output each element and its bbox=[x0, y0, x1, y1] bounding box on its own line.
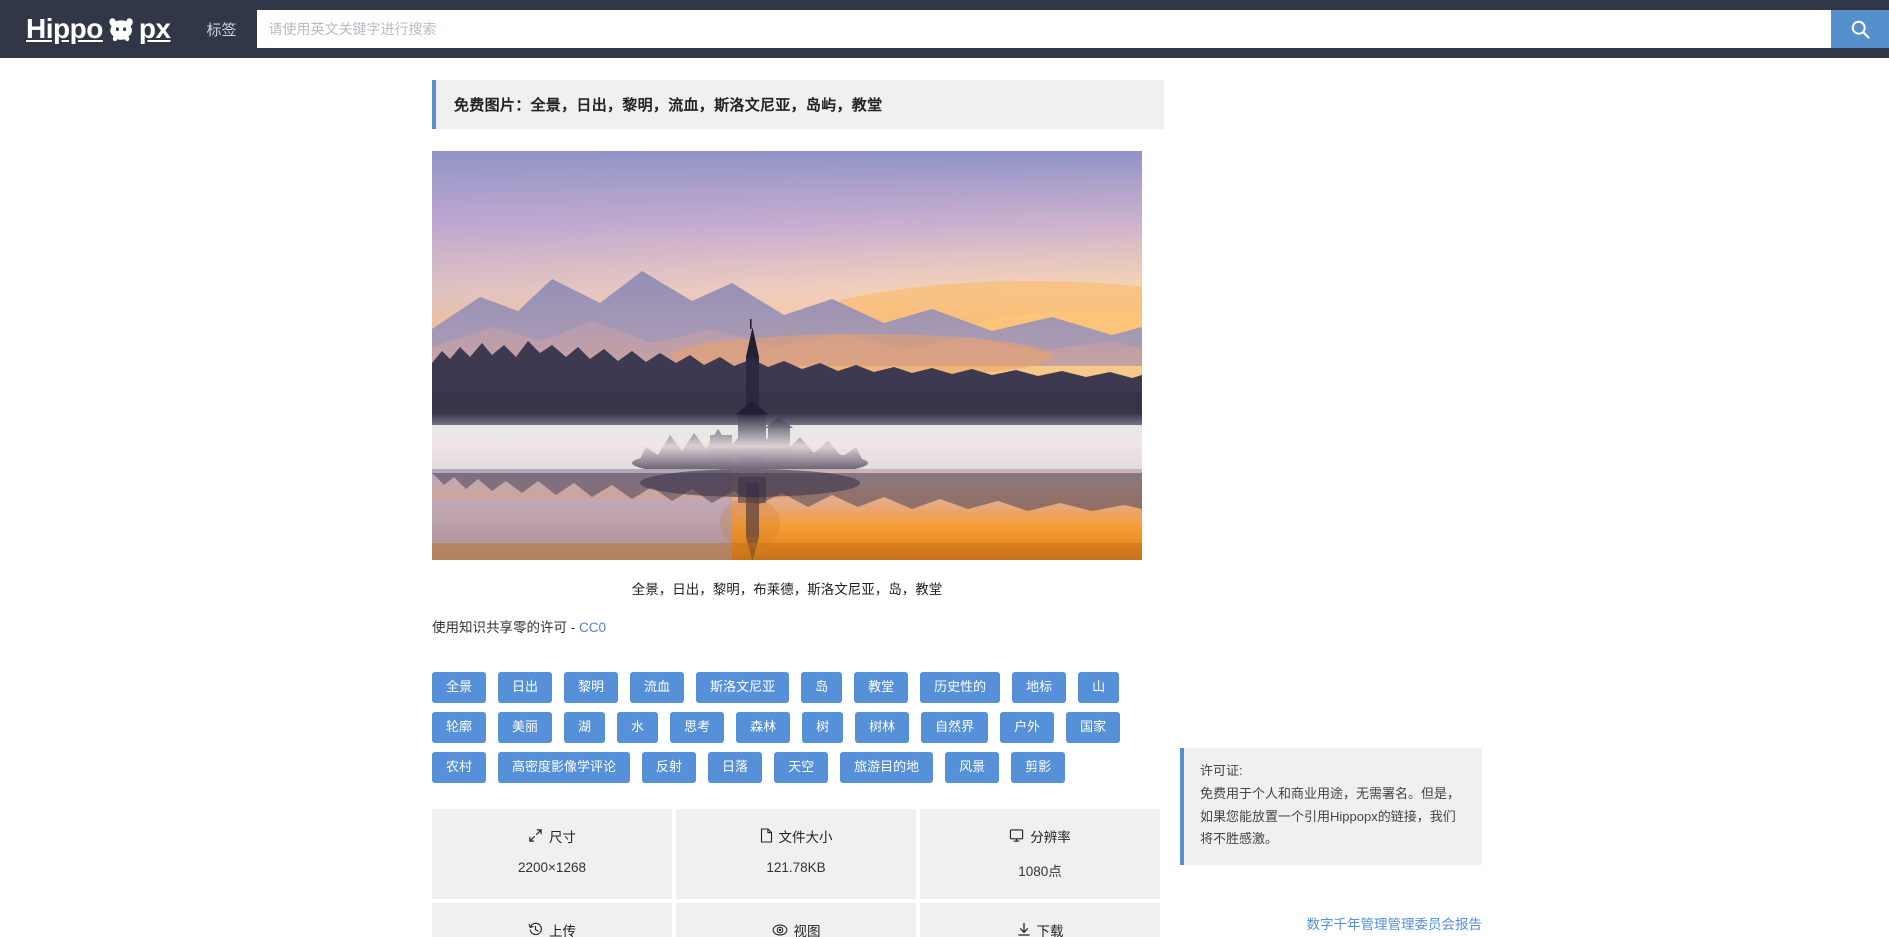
site-logo[interactable]: Hippo px bbox=[26, 15, 171, 43]
download-icon bbox=[1017, 922, 1031, 937]
info-cell-label: 分辨率 bbox=[1030, 829, 1071, 845]
tag-item[interactable]: 美丽 bbox=[498, 711, 553, 743]
info-cell-header: 文件大小 bbox=[676, 826, 916, 846]
photo-caption: 全景，日出，黎明，布莱德，斯洛文尼亚，岛，教堂 bbox=[631, 582, 943, 597]
free-image-alert: 免费图片：全景，日出，黎明，流血，斯洛文尼亚，岛屿，教堂 bbox=[432, 80, 1164, 129]
tag-item[interactable]: 树 bbox=[802, 711, 844, 743]
tag-item[interactable]: 岛 bbox=[801, 672, 843, 703]
info-cell-label: 尺寸 bbox=[549, 829, 576, 845]
photo-artwork bbox=[432, 151, 1142, 560]
tag-item[interactable]: 森林 bbox=[736, 711, 791, 743]
brand-text-right: px bbox=[138, 13, 171, 44]
tag-item[interactable]: 天空 bbox=[774, 751, 829, 783]
tag-list: 全景 日出 黎明 流血 斯洛文尼亚岛教堂 历史性的 地标山轮廓 美丽湖水思考 森林树树林 自然界户… bbox=[432, 672, 1144, 783]
nav-item-tags[interactable]: 标签 bbox=[207, 19, 237, 40]
license-info-box: 许可证: 免费用于个人和商业用途，无需署名。但是，如果您能放置一个引用Hippo… bbox=[1180, 748, 1482, 865]
tag-item[interactable]: 反射 bbox=[642, 751, 697, 783]
tag-item[interactable]: 湖 bbox=[564, 711, 606, 743]
tag-item[interactable]: 国家 bbox=[1066, 711, 1121, 743]
top-navbar: Hippo px 标签 bbox=[0, 0, 1889, 58]
tag-item[interactable]: 斯洛文尼亚 bbox=[696, 672, 790, 703]
license-title: 许可证: bbox=[1200, 763, 1243, 778]
search-button[interactable] bbox=[1831, 10, 1889, 48]
clock-icon bbox=[528, 922, 543, 937]
info-cell: 上传2017-10-23 bbox=[432, 902, 672, 937]
tag-item[interactable]: 山 bbox=[1078, 672, 1120, 703]
info-cell-value: 121.78KB bbox=[766, 859, 826, 875]
tag-item[interactable]: 旅游目的地 bbox=[840, 751, 934, 783]
tag-item[interactable]: 日出 bbox=[498, 672, 553, 703]
hippo-icon bbox=[106, 16, 136, 42]
dmca-report: 数字千年管理管理委员会报告 bbox=[1180, 913, 1483, 933]
tag-item[interactable]: 高密度影像学评论 bbox=[498, 751, 631, 783]
photo-container: 全景，日出，黎明，布莱德，斯洛文尼亚，岛，教堂 bbox=[432, 151, 1164, 598]
info-cell: 文件大小 121.78KB bbox=[676, 808, 916, 899]
license-separator: - bbox=[567, 620, 579, 635]
dmca-report-link[interactable]: 数字千年管理管理委员会报告 bbox=[1307, 917, 1483, 932]
brand-text-left: Hippo bbox=[26, 13, 103, 44]
tag-item[interactable]: 风景 bbox=[945, 751, 1000, 783]
license-body: 免费用于个人和商业用途，无需署名。但是，如果您能放置一个引用Hippopx的链接… bbox=[1200, 785, 1461, 847]
tag-item[interactable]: 教堂 bbox=[854, 672, 909, 703]
info-cell-header: 尺寸 bbox=[432, 826, 672, 846]
search-bar bbox=[256, 10, 1889, 48]
tag-item[interactable]: 黎明 bbox=[564, 672, 619, 703]
tag-item[interactable]: 树林 bbox=[855, 711, 910, 743]
info-cell-header: 下载 bbox=[920, 920, 1160, 937]
image-info-grid: 尺寸 2200×1268 文件大小 121.78KB 分辨率 1080点上传2017-10… bbox=[432, 808, 1160, 937]
tag-item[interactable]: 地标 bbox=[1012, 672, 1067, 703]
info-cell: 分辨率 1080点 bbox=[920, 808, 1160, 899]
page-body: 免费图片：全景，日出，黎明，流血，斯洛文尼亚，岛屿，教堂 全景，日出，黎明，布莱… bbox=[0, 58, 1889, 937]
info-cell-value: 2200×1268 bbox=[518, 859, 586, 875]
tag-item[interactable]: 历史性的 bbox=[920, 672, 1001, 703]
sidebar-column: 许可证: 免费用于个人和商业用途，无需署名。但是，如果您能放置一个引用Hippo… bbox=[1180, 58, 1482, 933]
info-cell-header: 分辨率 bbox=[920, 826, 1160, 846]
info-cell: 视图4127 bbox=[676, 902, 916, 937]
tag-item[interactable]: 流血 bbox=[630, 672, 685, 703]
search-input[interactable] bbox=[256, 10, 1831, 48]
tag-item[interactable]: 水 bbox=[617, 711, 659, 743]
tag-item[interactable]: 农村 bbox=[432, 751, 487, 783]
info-cell-label: 视图 bbox=[793, 923, 821, 937]
info-cell-header: 视图 bbox=[676, 920, 916, 937]
tag-item[interactable]: 日落 bbox=[708, 751, 763, 783]
info-cell-label: 文件大小 bbox=[778, 829, 833, 845]
tag-item[interactable]: 思考 bbox=[670, 711, 725, 743]
search-icon bbox=[1850, 19, 1871, 40]
file-icon bbox=[760, 828, 773, 843]
tag-item[interactable]: 轮廓 bbox=[432, 711, 487, 743]
license-line: 使用知识共享零的许可 - CC0 bbox=[432, 616, 1164, 636]
tag-item[interactable]: 自然界 bbox=[921, 711, 989, 743]
info-cell: 下载7941 bbox=[920, 902, 1160, 937]
info-cell-value: 1080点 bbox=[1018, 863, 1062, 879]
tag-item[interactable]: 全景 bbox=[432, 672, 487, 703]
info-cell: 尺寸 2200×1268 bbox=[432, 808, 672, 899]
main-photo[interactable] bbox=[432, 151, 1142, 560]
license-prefix: 使用知识共享零的许可 bbox=[432, 620, 567, 635]
tag-item[interactable]: 户外 bbox=[1000, 711, 1055, 743]
info-cell-label: 下载 bbox=[1036, 923, 1064, 937]
dimensions-icon bbox=[528, 828, 543, 843]
info-cell-label: 上传 bbox=[549, 923, 576, 937]
main-content-column: 免费图片：全景，日出，黎明，流血，斯洛文尼亚，岛屿，教堂 全景，日出，黎明，布莱… bbox=[432, 58, 1164, 937]
eye-icon bbox=[772, 923, 788, 937]
tag-item[interactable]: 剪影 bbox=[1011, 751, 1066, 783]
info-cell-header: 上传 bbox=[432, 920, 672, 937]
cc0-link[interactable]: CC0 bbox=[579, 620, 606, 635]
monitor-icon bbox=[1009, 828, 1024, 843]
